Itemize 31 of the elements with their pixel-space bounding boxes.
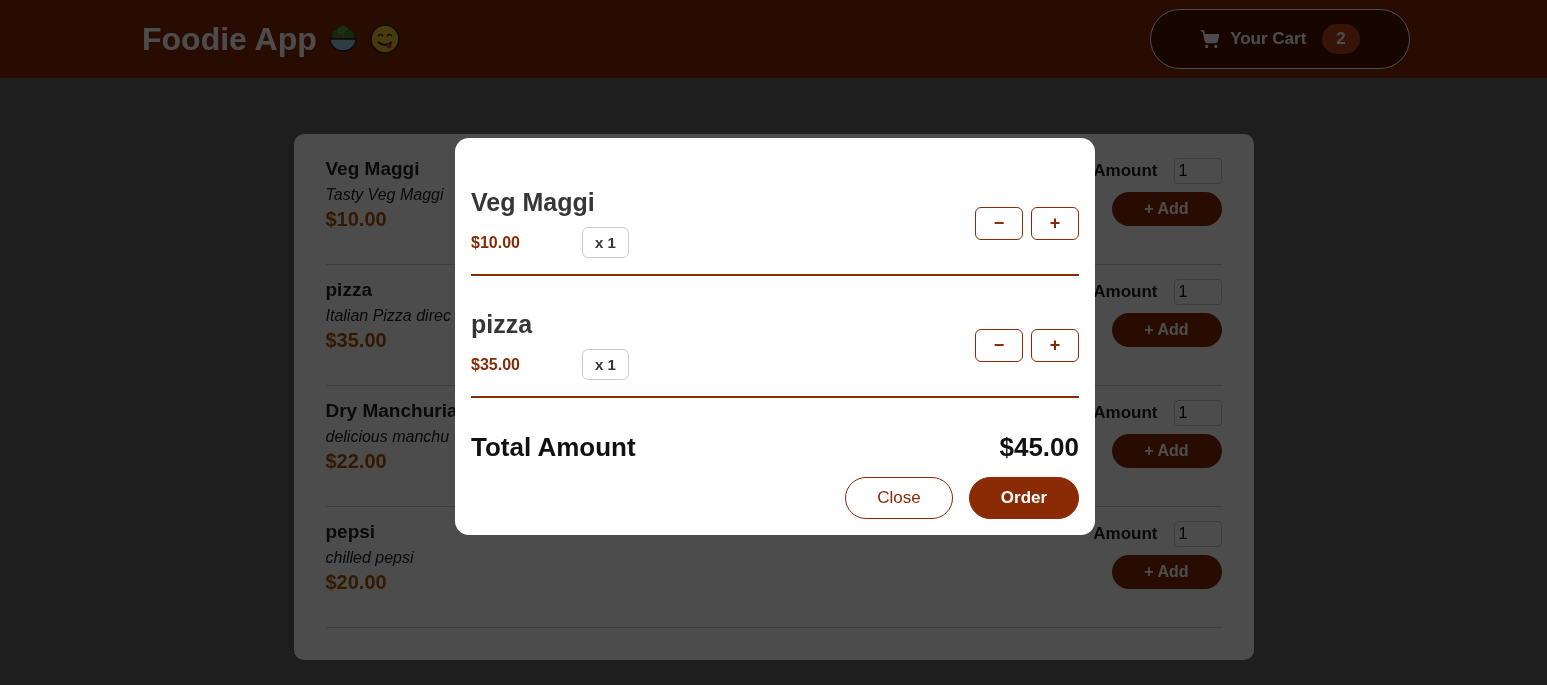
increase-button[interactable]: + (1031, 206, 1079, 240)
amount-label: Amount (1093, 403, 1158, 423)
close-button[interactable]: Close (845, 477, 953, 519)
cart-item-quantity: x 1 (582, 349, 629, 380)
amount-label: Amount (1093, 161, 1158, 181)
cart-item-price: $35.00 (471, 355, 521, 374)
meal-description: delicious manchu (325, 428, 451, 446)
total-label: Total Amount (471, 432, 636, 463)
amount-label: Amount (1093, 282, 1158, 302)
amount-label: Amount (1093, 524, 1158, 544)
cart-item-price: $10.00 (471, 233, 521, 252)
meal-description: Tasty Veg Maggi (325, 186, 444, 204)
meal-price: $35.00 (325, 329, 388, 352)
meal-name: Dry Manchuria (325, 400, 458, 422)
cart-item-name: pizza (471, 310, 534, 339)
total-amount: $45.00 (999, 432, 1079, 463)
decrease-button[interactable]: − (975, 206, 1023, 240)
meal-price: $10.00 (325, 208, 388, 231)
order-button[interactable]: Order (969, 477, 1079, 519)
meal-name: pizza (325, 279, 373, 301)
cart-item-name: Veg Maggi (471, 188, 596, 217)
app-title: Foodie App (142, 20, 317, 58)
meal-price: $20.00 (325, 571, 388, 594)
cart-item-quantity: x 1 (582, 227, 629, 258)
meal-price: $22.00 (325, 450, 388, 473)
meal-name: Veg Maggi (325, 158, 421, 180)
meal-description: Italian Pizza direc (325, 307, 451, 325)
meal-description: chilled pepsi (325, 549, 414, 567)
decrease-button[interactable]: − (975, 328, 1023, 362)
increase-button[interactable]: + (1031, 328, 1079, 362)
meal-name: pepsi (325, 521, 377, 543)
